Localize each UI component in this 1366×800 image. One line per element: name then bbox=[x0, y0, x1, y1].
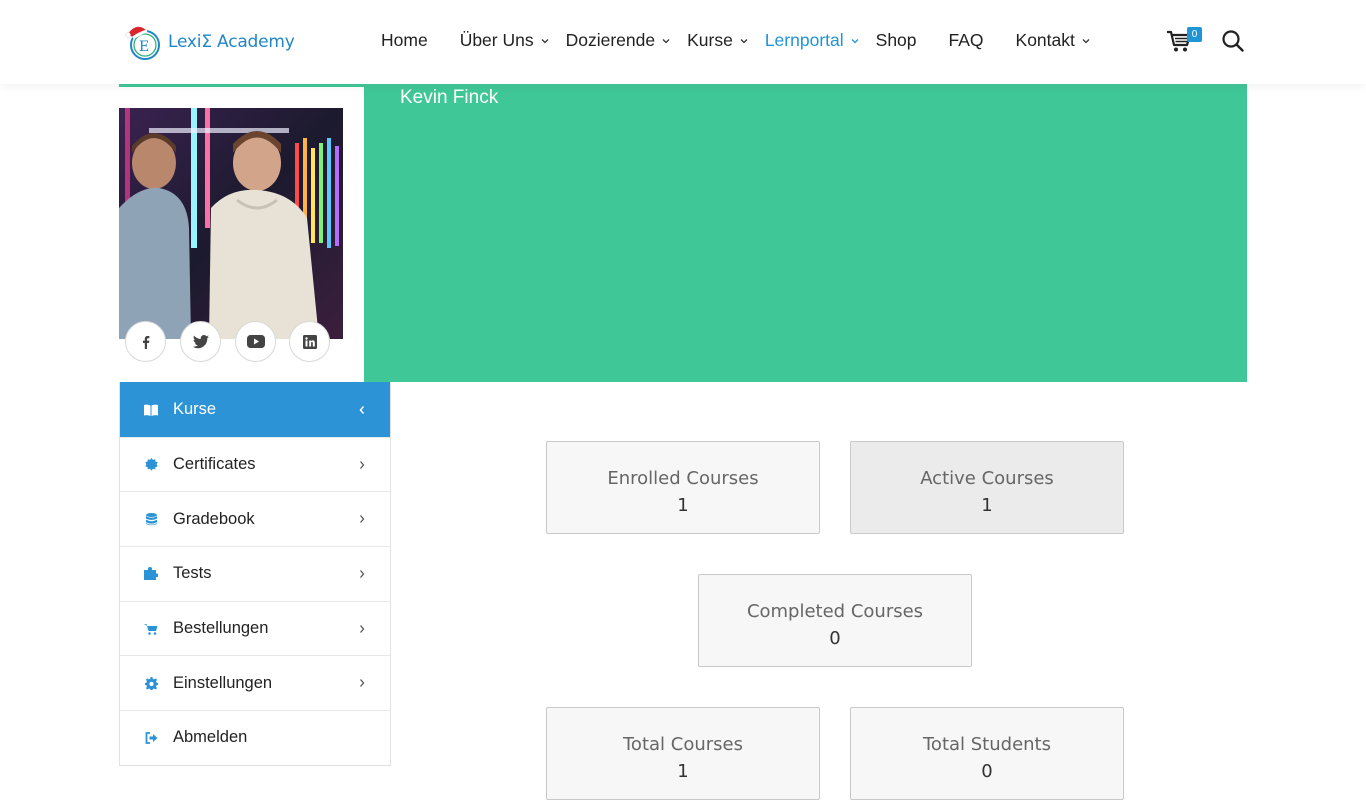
puzzle-icon bbox=[144, 567, 158, 581]
dashboard-sidebar: Kurse Certificates Gradebook Tests Beste… bbox=[119, 382, 391, 766]
stat-value: 0 bbox=[981, 761, 993, 782]
stat-card-completed-courses: Completed Courses 0 bbox=[698, 574, 972, 667]
chevron-down-icon bbox=[541, 38, 549, 43]
stat-value: 1 bbox=[677, 495, 689, 516]
sidebar-item-label: Certificates bbox=[173, 455, 256, 474]
site-header: E LexiΣ Academy Home Über Uns Dozierende… bbox=[0, 0, 1366, 84]
chevron-down-icon bbox=[662, 38, 670, 43]
site-logo[interactable]: E LexiΣ Academy bbox=[124, 22, 295, 62]
profile-name: Kevin Finck bbox=[400, 87, 499, 108]
chevron-right-icon bbox=[360, 624, 365, 633]
stat-card-total-courses: Total Courses 1 bbox=[546, 707, 820, 800]
stat-card-active-courses: Active Courses 1 bbox=[850, 441, 1124, 534]
sign-out-icon bbox=[144, 731, 158, 745]
sidebar-item-label: Tests bbox=[173, 564, 212, 583]
sidebar-item-label: Abmelden bbox=[173, 728, 248, 747]
nav-label: Über Uns bbox=[459, 30, 534, 50]
sidebar-item-kurse[interactable]: Kurse bbox=[120, 382, 390, 437]
logo-mark-icon: E bbox=[124, 22, 164, 62]
chevron-left-icon bbox=[359, 405, 365, 414]
stat-value: 1 bbox=[981, 495, 993, 516]
nav-label: Dozierende bbox=[565, 30, 656, 50]
chevron-down-icon bbox=[740, 38, 748, 43]
search-icon[interactable] bbox=[1222, 30, 1244, 52]
svg-text:E: E bbox=[139, 39, 149, 55]
nav-shop[interactable]: Shop bbox=[876, 30, 917, 51]
stat-value: 1 bbox=[677, 761, 689, 782]
stat-label: Completed Courses bbox=[746, 601, 924, 622]
sidebar-item-label: Gradebook bbox=[173, 509, 255, 528]
sidebar-item-label: Kurse bbox=[173, 400, 217, 419]
chevron-down-icon bbox=[851, 38, 859, 43]
nav-kurse[interactable]: Kurse bbox=[687, 30, 749, 51]
stat-value: 0 bbox=[829, 628, 841, 649]
nav-lernportal[interactable]: Lernportal bbox=[765, 30, 860, 51]
sidebar-item-certificates[interactable]: Certificates bbox=[120, 436, 390, 492]
nav-faq[interactable]: FAQ bbox=[949, 30, 984, 51]
nav-label: Kurse bbox=[687, 30, 733, 50]
nav-ueber-uns[interactable]: Über Uns bbox=[460, 30, 550, 51]
main-nav: Home Über Uns Dozierende Kurse Lernporta… bbox=[381, 30, 1091, 51]
sidebar-item-gradebook[interactable]: Gradebook bbox=[120, 491, 390, 546]
nav-label: FAQ bbox=[948, 30, 984, 50]
avatar bbox=[119, 108, 343, 339]
sidebar-item-label: Einstellungen bbox=[173, 673, 273, 692]
chevron-down-icon bbox=[1082, 38, 1090, 43]
certificate-icon bbox=[144, 458, 158, 472]
nav-label: Kontakt bbox=[1015, 30, 1075, 50]
linkedin-icon[interactable] bbox=[289, 321, 330, 362]
stat-card-total-students: Total Students 0 bbox=[850, 707, 1124, 800]
stat-label: Total Students bbox=[923, 734, 1051, 755]
nav-kontakt[interactable]: Kontakt bbox=[1016, 30, 1091, 51]
chevron-right-icon bbox=[360, 569, 365, 578]
sidebar-item-label: Bestellungen bbox=[173, 619, 269, 638]
stat-label: Active Courses bbox=[920, 468, 1054, 489]
sidebar-item-abmelden[interactable]: Abmelden bbox=[120, 710, 390, 765]
profile-accent-line bbox=[119, 84, 364, 87]
profile-banner bbox=[364, 84, 1247, 382]
book-icon bbox=[144, 403, 158, 417]
logo-text: LexiΣ Academy bbox=[168, 32, 295, 52]
facebook-icon[interactable] bbox=[125, 321, 166, 362]
youtube-icon[interactable] bbox=[235, 321, 276, 362]
stat-card-enrolled-courses: Enrolled Courses 1 bbox=[546, 441, 820, 534]
nav-label: Shop bbox=[875, 30, 917, 50]
stat-label: Enrolled Courses bbox=[607, 468, 759, 489]
chevron-right-icon bbox=[360, 679, 365, 688]
twitter-icon[interactable] bbox=[180, 321, 221, 362]
chevron-right-icon bbox=[360, 460, 365, 469]
stat-label: Total Courses bbox=[623, 734, 743, 755]
cart-count-badge: 0 bbox=[1187, 27, 1202, 42]
sidebar-item-bestellungen[interactable]: Bestellungen bbox=[120, 600, 390, 656]
database-icon bbox=[144, 512, 158, 526]
nav-home[interactable]: Home bbox=[381, 30, 428, 51]
gear-icon bbox=[144, 676, 158, 690]
nav-label: Home bbox=[381, 30, 428, 50]
cart-icon bbox=[144, 622, 158, 636]
nav-dozierende[interactable]: Dozierende bbox=[566, 30, 672, 51]
nav-label: Lernportal bbox=[764, 30, 844, 50]
sidebar-item-einstellungen[interactable]: Einstellungen bbox=[120, 655, 390, 710]
sidebar-item-tests[interactable]: Tests bbox=[120, 546, 390, 601]
chevron-right-icon bbox=[360, 515, 365, 524]
